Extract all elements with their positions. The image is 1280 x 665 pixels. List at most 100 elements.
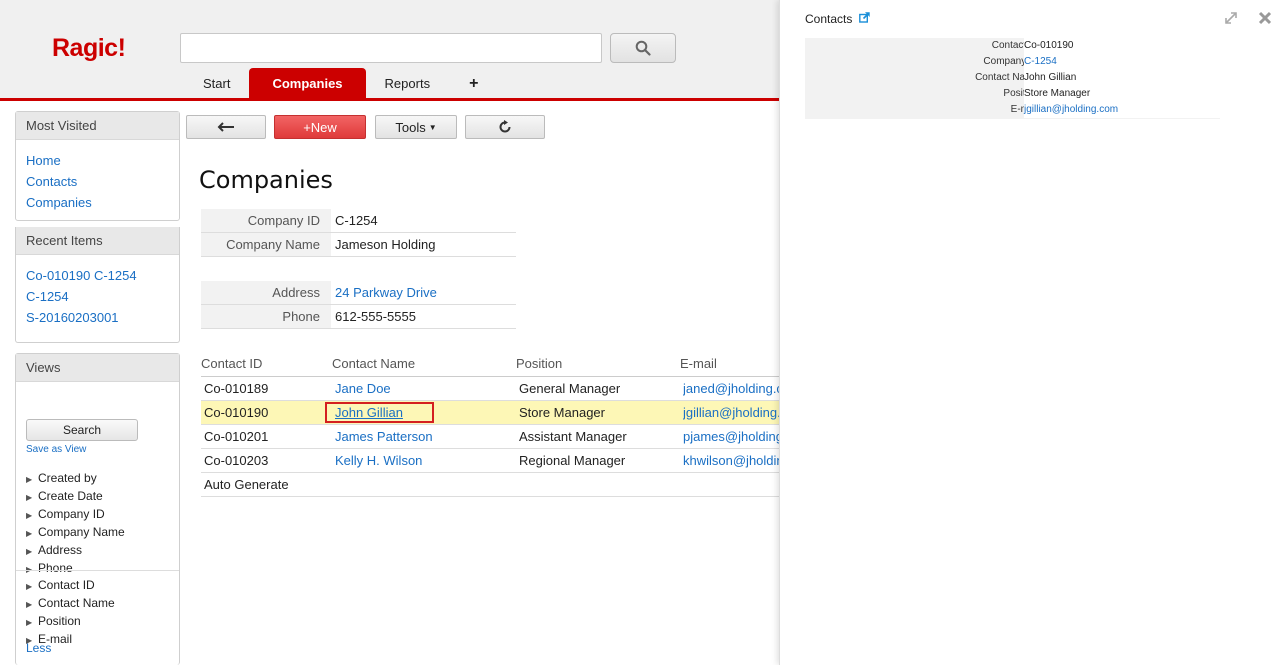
field-list-subtable: ▶ Contact ID ▶ Contact Name ▶ Position ▶ E-m… <box>26 577 115 649</box>
tools-dropdown[interactable]: Tools ▼ <box>375 115 457 139</box>
field-value[interactable]: C-1254 <box>335 209 378 232</box>
views-search-button[interactable]: Search <box>26 419 138 441</box>
email-link[interactable]: khwilson@jholding.com <box>683 449 780 473</box>
field-filter-item[interactable]: ▶ Contact ID <box>26 577 115 595</box>
popup-field-value: Co-010190 <box>1024 38 1220 54</box>
column-header: Position <box>516 356 563 371</box>
refresh-icon <box>499 120 511 133</box>
link-companies[interactable]: Companies <box>26 192 169 213</box>
field-filter-item[interactable]: ▶ Company Name <box>26 524 125 542</box>
back-button[interactable] <box>186 115 266 139</box>
position-cell: Regional Manager <box>519 453 626 468</box>
table-row-new[interactable]: Auto Generate <box>201 473 780 497</box>
field-company-name: Company Name Jameson Holding <box>201 233 516 257</box>
app-logo[interactable]: Ragic! <box>52 34 126 63</box>
contact-name-link[interactable]: Kelly H. Wilson <box>335 449 422 473</box>
contact-name-link[interactable]: James Patterson <box>335 425 433 449</box>
field-filter-item[interactable]: ▶ Address <box>26 542 125 560</box>
triangle-right-icon: ▶ <box>26 475 33 484</box>
refresh-button[interactable] <box>465 115 545 139</box>
field-label: Company Name <box>201 233 331 256</box>
external-link-icon[interactable] <box>858 12 870 26</box>
field-filter-item[interactable]: ▶ Company ID <box>26 506 125 524</box>
table-row[interactable]: Co-010201 James Patterson Assistant Mana… <box>201 425 780 449</box>
popup-company-link[interactable]: C-1254 <box>1024 54 1220 70</box>
popup-title-text: Contacts <box>805 12 853 26</box>
expand-icon[interactable] <box>1223 10 1239 29</box>
new-record-button[interactable]: +New <box>274 115 366 139</box>
search-input[interactable] <box>180 33 602 63</box>
email-link[interactable]: jgillian@jholding.com <box>683 401 780 425</box>
field-label: Address <box>201 281 331 304</box>
tab-companies[interactable]: Companies <box>249 68 366 98</box>
contact-id-cell: Co-010189 <box>204 381 269 396</box>
popup-email-link[interactable]: jgillian@jholding.com <box>1024 102 1220 118</box>
recent-items-title: Recent Items <box>16 227 179 255</box>
tab-reports[interactable]: Reports <box>366 68 450 98</box>
views-panel: Views Search Save as View ▶ Created by ▶ C… <box>15 353 180 665</box>
contact-name-link[interactable]: Jane Doe <box>335 377 391 401</box>
arrow-left-icon <box>217 122 234 132</box>
main-nav: Start Companies Reports + <box>184 68 498 98</box>
field-label: Company ID <box>201 209 331 232</box>
field-address: Address 24 Parkway Drive <box>201 281 516 305</box>
highlight-box <box>325 402 434 423</box>
field-company-id: Company ID C-1254 <box>201 209 516 233</box>
popup-title[interactable]: Contacts <box>805 12 870 26</box>
triangle-right-icon: ▶ <box>26 600 33 609</box>
recent-item[interactable]: S-20160203001 <box>26 307 169 328</box>
table-row[interactable]: Co-010189 Jane Doe General Manager janed… <box>201 377 780 401</box>
position-cell: Assistant Manager <box>519 429 627 444</box>
contact-id-cell: Co-010203 <box>204 453 269 468</box>
table-row[interactable]: Co-010190 John Gillian Store Manager jgi… <box>201 401 780 425</box>
position-cell: General Manager <box>519 381 621 396</box>
column-header: Contact Name <box>332 356 416 371</box>
popup-field-value: Store Manager <box>1024 86 1220 102</box>
search-button[interactable] <box>610 33 676 63</box>
link-contacts[interactable]: Contacts <box>26 171 169 192</box>
triangle-right-icon: ▶ <box>26 529 33 538</box>
email-link[interactable]: pjames@jholding.com <box>683 425 780 449</box>
triangle-right-icon: ▶ <box>26 582 33 591</box>
close-icon[interactable] <box>1257 10 1273 29</box>
field-filter-item[interactable]: ▶ Position <box>26 613 115 631</box>
field-label: Phone <box>201 305 331 328</box>
less-link[interactable]: Less <box>26 641 51 655</box>
field-filter-item[interactable]: ▶ Create Date <box>26 488 125 506</box>
link-home[interactable]: Home <box>26 150 169 171</box>
popup-field-row: Position Store Manager <box>805 86 1220 102</box>
contact-id-cell: Co-010190 <box>204 405 269 420</box>
recent-item[interactable]: Co-010190 C-1254 <box>26 265 169 286</box>
recent-item[interactable]: C-1254 <box>26 286 169 307</box>
field-list-main: ▶ Created by ▶ Create Date ▶ Company ID ▶ Co… <box>26 470 125 578</box>
page-title: Companies <box>199 166 333 194</box>
tab-start[interactable]: Start <box>184 68 249 98</box>
address-link[interactable]: 24 Parkway Drive <box>335 281 437 304</box>
tools-label: Tools <box>395 119 426 135</box>
field-phone: Phone 612-555-5555 <box>201 305 516 329</box>
most-visited-panel: Most Visited Home Contacts Companies <box>15 111 180 221</box>
position-cell: Store Manager <box>519 405 605 420</box>
column-header: Contact ID <box>201 356 263 371</box>
triangle-right-icon: ▶ <box>26 511 33 520</box>
field-filter-item[interactable]: ▶ Contact Name <box>26 595 115 613</box>
recent-items-panel: Recent Items Co-010190 C-1254 C-1254 S-2… <box>15 227 180 343</box>
field-value[interactable]: 612-555-5555 <box>335 305 416 328</box>
triangle-right-icon: ▶ <box>26 547 33 556</box>
field-value[interactable]: Jameson Holding <box>335 233 435 256</box>
add-tab-button[interactable]: + <box>449 68 498 98</box>
field-filter-item[interactable]: ▶Phone <box>26 560 125 578</box>
column-header: E-mail <box>680 356 717 371</box>
field-filter-item[interactable]: ▶ Created by <box>26 470 125 488</box>
save-as-view-link[interactable]: Save as View <box>26 444 86 455</box>
auto-generate-cell: Auto Generate <box>204 477 289 492</box>
popup-field-value: John Gillian <box>1024 70 1220 86</box>
views-title: Views <box>16 354 179 382</box>
table-row[interactable]: Co-010203 Kelly H. Wilson Regional Manag… <box>201 449 780 473</box>
divider <box>16 570 179 571</box>
popup-field-row: Company ID C-1254 <box>805 54 1220 70</box>
email-link[interactable]: janed@jholding.com <box>683 377 780 401</box>
popup-field-row: Contact ID Co-010190 <box>805 38 1220 54</box>
contact-preview-panel: Contacts Contact ID Co-010190 Company ID <box>779 0 1280 665</box>
most-visited-title: Most Visited <box>16 112 179 140</box>
